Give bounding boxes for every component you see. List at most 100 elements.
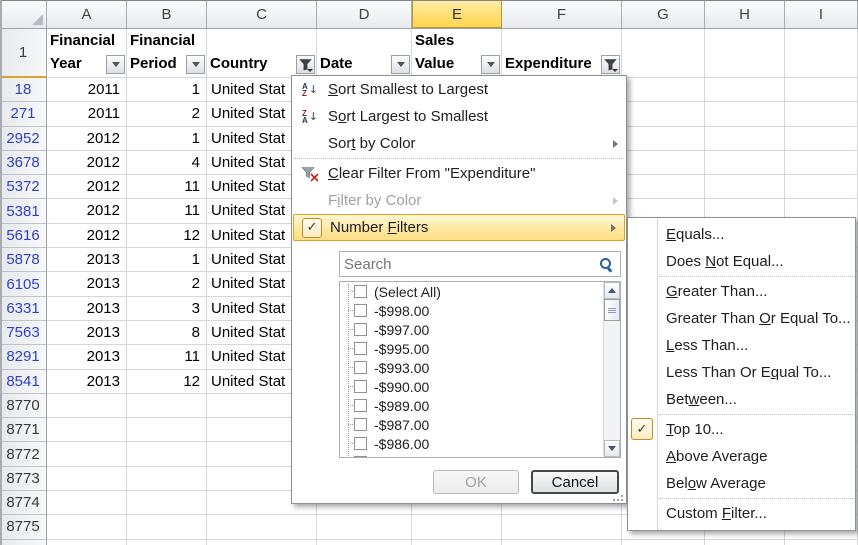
filter-value-item[interactable]: -$987.00 <box>340 415 620 434</box>
list-scrollbar[interactable] <box>603 282 620 457</box>
grid-cell[interactable] <box>622 151 705 175</box>
grid-cell[interactable] <box>705 151 785 175</box>
row-number-8541[interactable]: 8541 <box>0 370 46 394</box>
row-number-271[interactable]: 271 <box>0 102 46 126</box>
grid-cell[interactable] <box>127 491 207 515</box>
row-number-8773[interactable]: 8773 <box>0 467 46 491</box>
row-number-2952[interactable]: 2952 <box>0 127 46 151</box>
filter-button-financial-year[interactable] <box>106 55 125 74</box>
header-cell-f[interactable]: Expenditure <box>502 29 622 78</box>
grid-cell[interactable] <box>127 515 207 539</box>
grid-cell[interactable] <box>127 418 207 442</box>
header-cell-i[interactable] <box>785 29 858 78</box>
grid-cell[interactable] <box>127 467 207 491</box>
grid-cell[interactable] <box>785 78 858 102</box>
menu-item-sort-by-color[interactable]: Sort by Color <box>292 130 626 157</box>
header-cell-b[interactable]: Financial Period <box>127 29 207 78</box>
submenu-item-less-than-or-equal-to[interactable]: Less Than Or Equal To... <box>628 359 855 386</box>
scroll-down-button[interactable] <box>604 440 620 457</box>
checkbox-icon[interactable] <box>354 380 367 393</box>
checkbox-icon[interactable] <box>354 323 367 336</box>
submenu-item-below-average[interactable]: Below Average <box>628 470 855 497</box>
header-cell-e[interactable]: Sales Value <box>412 29 502 78</box>
grid-cell[interactable] <box>127 442 207 466</box>
filter-value-item[interactable]: (Select All) <box>340 282 620 301</box>
filter-value-item[interactable]: -$990.00 <box>340 377 620 396</box>
grid-cell[interactable] <box>785 102 858 126</box>
grid-cell[interactable] <box>412 540 502 545</box>
grid-cell[interactable]: 11 <box>127 175 207 199</box>
column-header-f[interactable]: F <box>502 1 622 28</box>
checkbox-icon[interactable] <box>354 437 367 450</box>
menu-item-clear-filter-from-expenditure[interactable]: Clear Filter From "Expenditure" <box>292 160 626 187</box>
grid-cell[interactable]: 2011 <box>47 78 127 102</box>
grid-cell[interactable]: 2012 <box>47 224 127 248</box>
grid-cell[interactable] <box>127 394 207 418</box>
column-header-d[interactable]: D <box>317 1 412 28</box>
grid-cell[interactable]: 1 <box>127 127 207 151</box>
grid-cell[interactable] <box>317 540 412 545</box>
grid-cell[interactable]: 12 <box>127 224 207 248</box>
filter-button-financial-period[interactable] <box>186 55 205 74</box>
checkbox-icon[interactable] <box>354 361 367 374</box>
submenu-item-greater-than-or-equal-to[interactable]: Greater Than Or Equal To... <box>628 305 855 332</box>
row-number-8774[interactable]: 8774 <box>0 491 46 515</box>
row-number-8770[interactable]: 8770 <box>0 394 46 418</box>
submenu-item-equals[interactable]: Equals... <box>628 221 855 248</box>
row-number-6105[interactable]: 6105 <box>0 272 46 296</box>
row-number-8772[interactable]: 8772 <box>0 442 46 466</box>
row-number-3678[interactable]: 3678 <box>0 151 46 175</box>
filter-button-expenditure[interactable] <box>601 55 620 74</box>
grid-cell[interactable] <box>622 78 705 102</box>
filter-button-country[interactable] <box>296 55 315 74</box>
checkbox-icon[interactable] <box>354 304 367 317</box>
grid-cell[interactable] <box>47 418 127 442</box>
menu-item-sort-largest-to-smallest[interactable]: ZA↓Sort Largest to Smallest <box>292 103 626 130</box>
grid-cell[interactable] <box>622 540 705 545</box>
grid-cell[interactable]: 2 <box>127 102 207 126</box>
column-header-e[interactable]: E <box>412 1 502 28</box>
search-icon[interactable] <box>599 257 614 272</box>
grid-cell[interactable] <box>47 467 127 491</box>
grid-cell[interactable]: 2012 <box>47 151 127 175</box>
row-number-8291[interactable]: 8291 <box>0 345 46 369</box>
grid-cell[interactable]: 2012 <box>47 175 127 199</box>
row-number-6331[interactable]: 6331 <box>0 297 46 321</box>
ok-button[interactable]: OK <box>433 470 519 494</box>
filter-button-date[interactable] <box>391 55 410 74</box>
scroll-up-button[interactable] <box>604 282 620 299</box>
resize-grip[interactable] <box>611 489 623 501</box>
grid-cell[interactable]: 2012 <box>47 127 127 151</box>
grid-cell[interactable] <box>207 515 317 539</box>
grid-cell[interactable]: 2013 <box>47 321 127 345</box>
grid-cell[interactable]: 1 <box>127 248 207 272</box>
submenu-item-custom-filter[interactable]: Custom Filter... <box>628 500 855 527</box>
row-number-5878[interactable]: 5878 <box>0 248 46 272</box>
menu-item-sort-smallest-to-largest[interactable]: AZ↓Sort Smallest to Largest <box>292 76 626 103</box>
select-all-corner[interactable] <box>0 1 47 28</box>
grid-cell[interactable] <box>47 442 127 466</box>
grid-cell[interactable]: 2013 <box>47 272 127 296</box>
row-number-1[interactable]: 1 <box>0 29 46 78</box>
grid-cell[interactable] <box>127 540 207 545</box>
scroll-thumb[interactable] <box>604 299 620 321</box>
filter-value-item[interactable]: -$995.00 <box>340 339 620 358</box>
checkbox-icon[interactable] <box>354 456 367 458</box>
grid-cell[interactable] <box>785 175 858 199</box>
row-number-5372[interactable]: 5372 <box>0 175 46 199</box>
grid-cell[interactable] <box>502 540 622 545</box>
checkbox-icon[interactable] <box>354 342 367 355</box>
row-number-8776[interactable]: 8776 <box>0 540 46 545</box>
header-cell-a[interactable]: Financial Year <box>47 29 127 78</box>
column-header-i[interactable]: I <box>785 1 858 28</box>
filter-value-item[interactable]: -$989.00 <box>340 396 620 415</box>
row-number-7563[interactable]: 7563 <box>0 321 46 345</box>
column-header-b[interactable]: B <box>127 1 207 28</box>
submenu-item-above-average[interactable]: Above Average <box>628 443 855 470</box>
grid-cell[interactable]: 12 <box>127 370 207 394</box>
grid-cell[interactable] <box>705 540 785 545</box>
column-header-g[interactable]: G <box>622 1 705 28</box>
filter-value-item[interactable] <box>340 453 620 458</box>
header-cell-h[interactable] <box>705 29 785 78</box>
grid-cell[interactable] <box>622 175 705 199</box>
